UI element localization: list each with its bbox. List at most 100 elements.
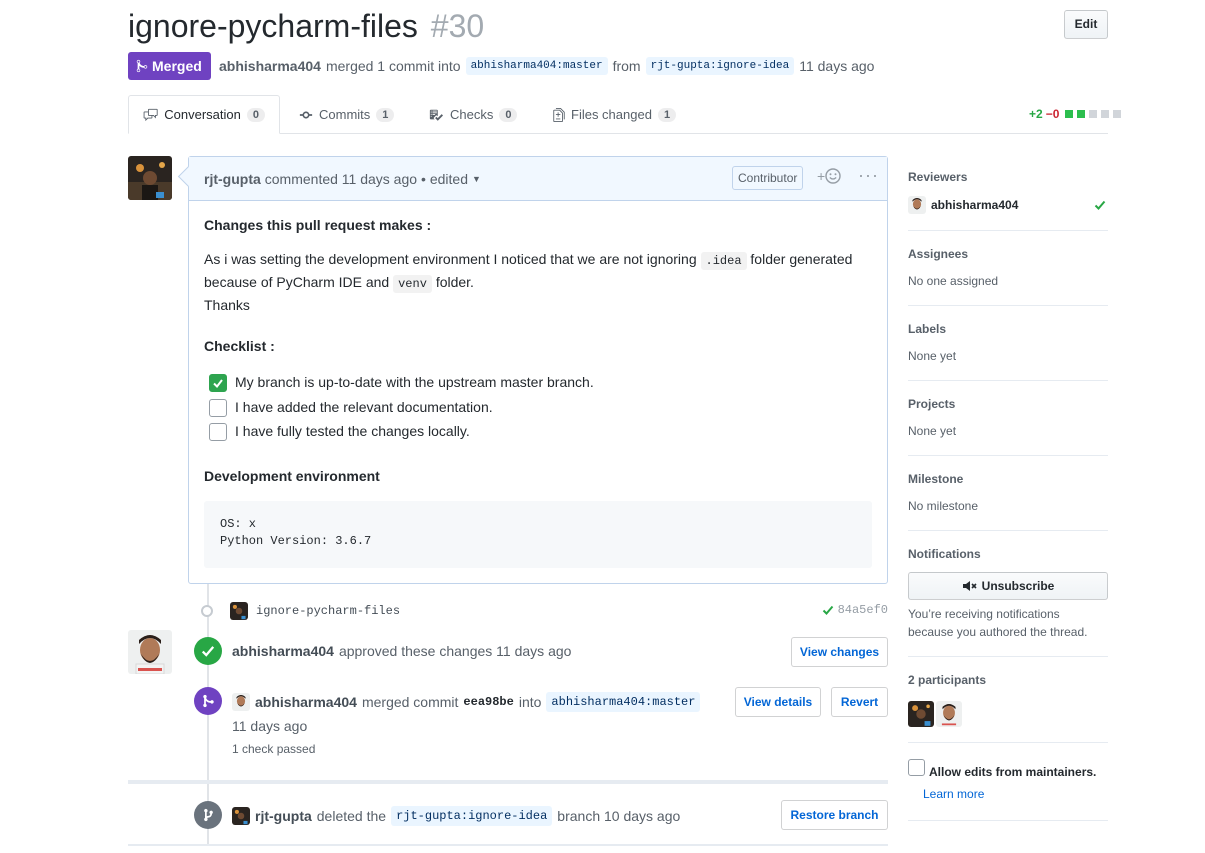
reviewer-name[interactable]: abhisharma404 (931, 198, 1018, 212)
paragraph-text: folder generated (750, 251, 853, 267)
avatar-rjt-gupta (128, 156, 172, 200)
merge-event: abhisharma404 merged commit eea98be into… (232, 692, 701, 712)
branch-deleted-event: rjt-gupta deleted the rjt-gupta:ignore-i… (232, 806, 680, 826)
file-diff-icon (553, 107, 565, 122)
commit-message[interactable]: ignore-pycharm-files (256, 604, 400, 618)
git-commit-icon (299, 111, 313, 118)
review-text: approved these changes 11 days ago (338, 643, 572, 659)
sidebar-heading[interactable]: Projects (908, 397, 1108, 411)
diffstat-block-added (1077, 110, 1086, 118)
task-checkbox[interactable] (209, 398, 227, 417)
paragraph-text: folder. (435, 274, 474, 290)
avatar[interactable] (232, 807, 250, 825)
sidebar-divider (908, 230, 1108, 231)
sidebar-divider (908, 820, 1108, 821)
sidebar-heading[interactable]: Labels (908, 322, 1108, 336)
sidebar-heading[interactable]: Reviewers (908, 170, 1108, 184)
sidebar-participants: 2 participants (908, 673, 1108, 727)
merge-author[interactable]: abhisharma404 (255, 694, 357, 710)
avatar-rjt-gupta (232, 807, 250, 825)
restore-branch-button[interactable]: Restore branch (781, 800, 888, 830)
task-label: My branch is up-to-date with the upstrea… (235, 374, 594, 390)
task-checkbox[interactable] (209, 422, 227, 441)
comment-heading: Checklist : (204, 338, 275, 354)
merger-link[interactable]: abhisharma404 (219, 58, 321, 74)
code-block: OS: x Python Version: 3.6.7 (204, 501, 872, 568)
tab-conversation[interactable]: Conversation 0 (128, 95, 280, 134)
diffstat-block-neutral (1101, 110, 1110, 118)
sidebar-labels: Labels None yet (908, 322, 1108, 363)
merged-text: merged 1 commit into (325, 58, 461, 74)
review-author[interactable]: abhisharma404 (232, 643, 334, 659)
view-details-button[interactable]: View details (735, 687, 821, 717)
avatar-abhisharma404 (908, 196, 926, 214)
commit-sha: 84a5ef0 (837, 603, 888, 617)
sidebar-divider (908, 656, 1108, 657)
avatar[interactable] (128, 630, 172, 674)
tab-checks[interactable]: Checks 0 (414, 95, 531, 134)
comment-heading: Development environment (204, 468, 380, 484)
diffstat-block-neutral (1089, 110, 1098, 118)
task-list-item: I have fully tested the changes locally. (209, 421, 470, 442)
check-icon (201, 646, 215, 657)
avatar-rjt-gupta (230, 602, 248, 620)
sidebar-projects: Projects None yet (908, 397, 1108, 438)
check-icon (822, 605, 833, 615)
tab-files-changed[interactable]: Files changed 1 (539, 95, 690, 134)
notification-reason: You’re receiving notifications because y… (908, 605, 1108, 641)
comment-discussion-icon (143, 108, 158, 121)
status-badge: Merged (128, 52, 211, 80)
timeline-break (128, 780, 888, 784)
pr-number: #30 (430, 8, 485, 44)
revert-button[interactable]: Revert (831, 687, 888, 717)
avatar-abhisharma404 (128, 630, 172, 674)
sidebar-heading[interactable]: Milestone (908, 472, 1108, 486)
git-branch-icon (203, 808, 213, 822)
unsubscribe-button[interactable]: Unsubscribe (908, 572, 1108, 600)
git-commit-icon (201, 605, 213, 617)
base-branch-ref[interactable]: abhisharma404:master (465, 57, 608, 75)
commit-sha-link[interactable]: 84a5ef0 (822, 603, 888, 617)
status-label: Merged (152, 58, 202, 74)
avatar[interactable] (230, 602, 248, 620)
avatar[interactable] (232, 693, 250, 711)
edit-title-button[interactable]: Edit (1064, 10, 1108, 39)
learn-more-link[interactable]: Learn more (923, 787, 1108, 801)
page-title: ignore-pycharm-files #30 (128, 6, 484, 46)
sidebar-value: None yet (908, 424, 957, 438)
task-checkbox[interactable] (209, 373, 227, 392)
sidebar-divider (908, 530, 1108, 531)
merge-target-ref[interactable]: abhisharma404:master (546, 692, 701, 712)
mute-icon (962, 581, 977, 591)
avatar[interactable] (908, 701, 934, 727)
delete-author[interactable]: rjt-gupta (255, 808, 312, 824)
head-branch-ref[interactable]: rjt-gupta:ignore-idea (645, 57, 795, 75)
edited-dropdown[interactable]: • edited (421, 171, 468, 187)
tab-counter: 0 (499, 107, 518, 122)
tab-commits[interactable]: Commits 1 (285, 95, 408, 134)
task-label: I have added the relevant documentation. (235, 399, 493, 415)
inline-code: venv (393, 275, 432, 293)
sidebar-maintainer-edits: Allow edits from maintainers. Learn more (908, 759, 1108, 801)
avatar-abhisharma404 (232, 693, 250, 711)
deleted-branch-ref[interactable]: rjt-gupta:ignore-idea (391, 806, 553, 826)
branch-deleted-badge (194, 801, 222, 829)
sidebar-value: No milestone (908, 499, 979, 513)
from-text: from (612, 58, 641, 74)
more-options-icon[interactable]: ··· (858, 165, 879, 186)
checks-status[interactable]: 1 check passed (232, 742, 315, 756)
view-changes-button[interactable]: View changes (791, 637, 888, 667)
merge-commit-sha[interactable]: eea98be (463, 695, 513, 709)
avatar[interactable] (908, 196, 926, 214)
pr-description-comment: rjt-gupta commented 11 days ago • edited… (188, 156, 888, 584)
sidebar-heading[interactable]: Assignees (908, 247, 1108, 261)
avatar[interactable] (936, 701, 962, 727)
comment-header: rjt-gupta commented 11 days ago • edited… (189, 157, 887, 201)
comment-author[interactable]: rjt-gupta (204, 171, 261, 187)
add-reaction-button[interactable]: + (817, 168, 841, 184)
comment-heading: Changes this pull request makes : (204, 217, 432, 233)
sidebar-assignees: Assignees No one assigned (908, 247, 1108, 288)
allow-edits-checkbox[interactable] (908, 759, 925, 776)
git-merge-icon (202, 694, 214, 708)
avatar[interactable] (128, 156, 172, 200)
